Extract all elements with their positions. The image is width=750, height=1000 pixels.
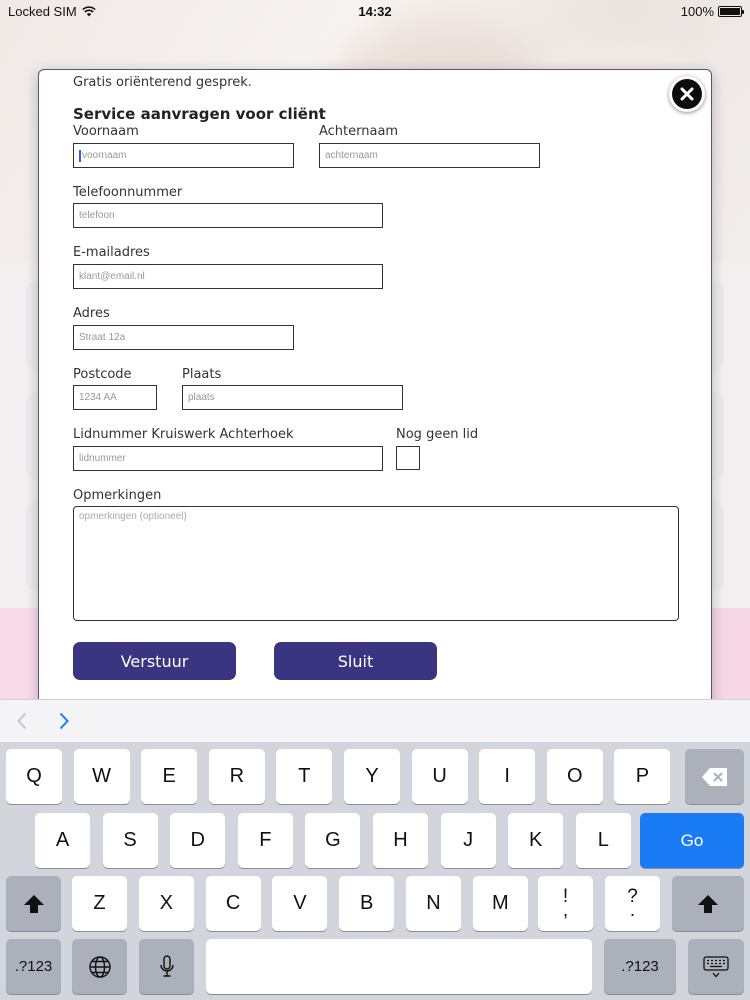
hide-keyboard-icon xyxy=(703,955,729,977)
email-label: E-mailadres xyxy=(73,245,150,260)
member-number-input[interactable]: lidnummer xyxy=(73,446,383,471)
backspace-icon xyxy=(701,767,727,786)
key-d[interactable]: D xyxy=(170,813,226,868)
city-placeholder: plaats xyxy=(188,392,215,403)
backspace-key[interactable] xyxy=(685,749,744,804)
numbers-key-right[interactable]: .?123 xyxy=(604,939,676,994)
wifi-icon xyxy=(81,5,96,16)
text-caret xyxy=(79,149,81,162)
last-name-label: Achternaam xyxy=(319,124,399,139)
key-secondary: , xyxy=(562,899,569,921)
key-y[interactable]: Y xyxy=(344,749,400,804)
last-name-placeholder: achternaam xyxy=(325,150,378,161)
form-title: Service aanvragen voor cliënt xyxy=(73,105,326,123)
email-input[interactable]: klant@email.nl xyxy=(73,264,383,289)
key-f[interactable]: F xyxy=(237,813,293,868)
email-placeholder: klant@email.nl xyxy=(79,271,145,282)
close-form-button[interactable]: Sluit xyxy=(274,642,437,680)
shift-icon xyxy=(23,894,44,913)
keyboard-accessory-bar xyxy=(0,699,750,742)
key-o[interactable]: O xyxy=(546,749,603,804)
key-e[interactable]: E xyxy=(141,749,198,804)
key-v[interactable]: V xyxy=(272,876,328,931)
key-k[interactable]: K xyxy=(508,813,564,868)
key-j[interactable]: J xyxy=(440,813,496,868)
key-h[interactable]: H xyxy=(373,813,428,868)
key-p[interactable]: P xyxy=(614,749,671,804)
address-placeholder: Straat 12a xyxy=(79,332,126,343)
remarks-textarea[interactable]: opmerkingen (optioneel) xyxy=(73,506,679,621)
battery-percentage: 100% xyxy=(680,3,714,19)
globe-icon xyxy=(88,955,111,978)
close-icon xyxy=(672,79,702,109)
dictation-key[interactable] xyxy=(139,939,194,994)
postcode-input[interactable]: 1234 AA xyxy=(73,385,157,410)
key-u[interactable]: U xyxy=(411,749,468,804)
chevron-right-icon xyxy=(59,712,69,730)
exclamation-comma-key[interactable]: ! , xyxy=(538,876,593,931)
key-c[interactable]: C xyxy=(205,876,261,931)
key-b[interactable]: B xyxy=(339,876,395,931)
postcode-label: Postcode xyxy=(73,367,132,382)
previous-field-button[interactable] xyxy=(14,710,30,732)
battery-icon xyxy=(718,5,744,17)
key-w[interactable]: W xyxy=(73,749,130,804)
microphone-icon xyxy=(159,954,174,977)
key-x[interactable]: X xyxy=(138,876,194,931)
shift-key-left[interactable] xyxy=(6,876,61,931)
key-s[interactable]: S xyxy=(102,813,158,868)
key-t[interactable]: T xyxy=(276,749,333,804)
go-key[interactable]: Go xyxy=(640,813,744,868)
key-n[interactable]: N xyxy=(406,876,461,931)
next-field-button[interactable] xyxy=(56,710,72,732)
phone-placeholder: telefoon xyxy=(79,210,115,221)
shift-key-right[interactable] xyxy=(672,876,744,931)
shift-icon xyxy=(698,894,718,913)
key-i[interactable]: I xyxy=(479,749,536,804)
key-l[interactable]: L xyxy=(575,813,631,868)
submit-button[interactable]: Verstuur xyxy=(73,642,236,680)
city-input[interactable]: plaats xyxy=(182,385,403,410)
key-secondary: . xyxy=(629,899,636,921)
carrier-label: Locked SIM xyxy=(8,3,77,19)
chevron-left-icon xyxy=(17,712,27,730)
hide-keyboard-key[interactable] xyxy=(688,939,744,994)
remarks-placeholder: opmerkingen (optioneel) xyxy=(79,511,187,522)
question-period-key[interactable]: ? . xyxy=(605,876,660,931)
first-name-placeholder: voornaam xyxy=(82,150,127,161)
address-label: Adres xyxy=(73,306,110,321)
phone-input[interactable]: telefoon xyxy=(73,203,383,228)
space-key[interactable] xyxy=(206,939,592,994)
on-screen-keyboard: QWERTYUIOP ASDFGHJKL Go ZXCVBNM ! , ? . … xyxy=(0,742,750,1000)
service-request-modal: Gratis oriënterend gesprek. Service aanv… xyxy=(38,69,712,709)
last-name-input[interactable]: achternaam xyxy=(319,143,540,168)
member-number-label: Lidnummer Kruiswerk Achterhoek xyxy=(73,427,294,442)
postcode-placeholder: 1234 AA xyxy=(79,392,117,403)
first-name-input[interactable]: voornaam xyxy=(73,143,294,168)
key-m[interactable]: M xyxy=(472,876,528,931)
clock: 14:32 xyxy=(358,3,392,19)
key-z[interactable]: Z xyxy=(72,876,127,931)
key-r[interactable]: R xyxy=(208,749,265,804)
key-q[interactable]: Q xyxy=(6,749,62,804)
remarks-label: Opmerkingen xyxy=(73,488,162,503)
form-intro: Gratis oriënterend gesprek. xyxy=(73,75,252,90)
phone-label: Telefoonnummer xyxy=(73,185,183,200)
member-number-placeholder: lidnummer xyxy=(79,453,126,464)
status-bar: Locked SIM 14:32 100% xyxy=(0,0,750,22)
not-member-checkbox[interactable] xyxy=(396,446,420,470)
not-member-label: Nog geen lid xyxy=(396,427,479,442)
globe-key[interactable] xyxy=(72,939,127,994)
numbers-key-left[interactable]: .?123 xyxy=(6,939,61,994)
key-a[interactable]: A xyxy=(35,813,90,868)
first-name-label: Voornaam xyxy=(73,124,139,139)
city-label: Plaats xyxy=(182,367,222,382)
address-input[interactable]: Straat 12a xyxy=(73,325,294,350)
close-modal-button[interactable] xyxy=(669,76,705,112)
key-g[interactable]: G xyxy=(305,813,361,868)
battery-fill xyxy=(720,7,740,15)
